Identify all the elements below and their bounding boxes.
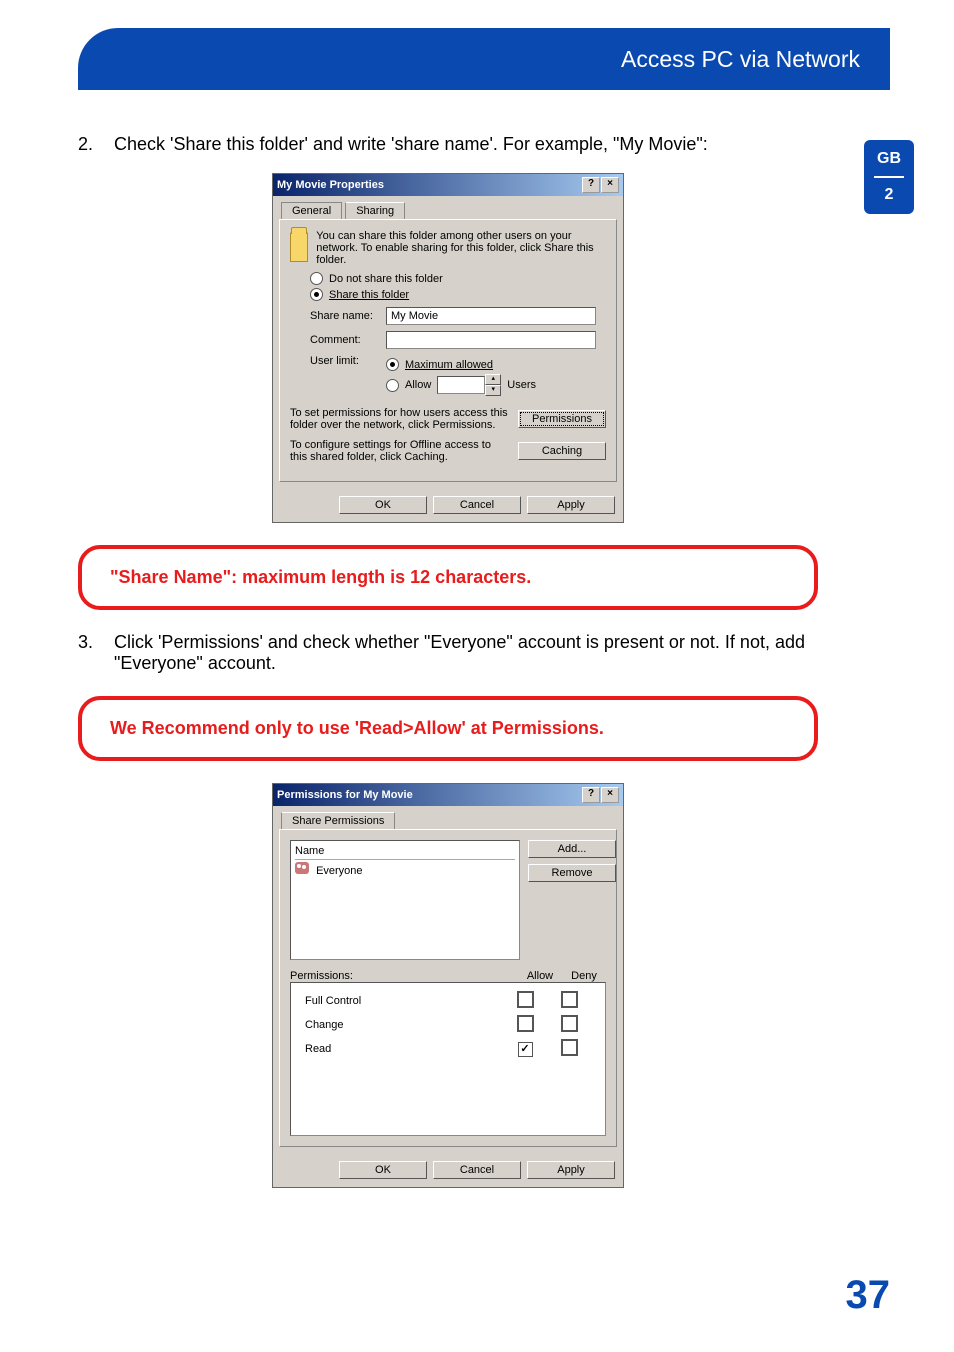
ok-button[interactable]: OK	[339, 1161, 427, 1179]
group-icon	[295, 862, 309, 874]
opt-do-not-share[interactable]: Do not share this folder	[310, 272, 606, 285]
caching-text: To configure settings for Offline access…	[290, 439, 508, 463]
apply-button[interactable]: Apply	[527, 496, 615, 514]
comment-label: Comment:	[310, 334, 378, 346]
radio-unselected-icon	[310, 272, 323, 285]
list-item[interactable]: Everyone	[295, 862, 515, 877]
tab-sharing[interactable]: Sharing	[345, 202, 405, 219]
list-item-label: Everyone	[316, 865, 362, 877]
permissions-titlebar: Permissions for My Movie ? ×	[273, 784, 623, 806]
sharing-tab-body: You can share this folder among other us…	[279, 219, 617, 482]
permissions-table: Full Control Change Read	[290, 982, 606, 1136]
sharing-intro-text: You can share this folder among other us…	[316, 230, 606, 266]
opt-no-share-label: Do not share this folder	[329, 273, 443, 285]
permissions-tab-body: Name Everyone Add... Remove Permissions:…	[279, 829, 617, 1147]
share-name-label: Share name:	[310, 310, 378, 322]
checkbox-read-allow[interactable]	[518, 1042, 533, 1057]
page-number: 37	[846, 1273, 891, 1318]
step-3-number: 3.	[78, 632, 114, 674]
checkbox-change-allow[interactable]	[517, 1015, 534, 1032]
accounts-listbox[interactable]: Name Everyone	[290, 840, 520, 960]
content-area: 2. Check 'Share this folder' and write '…	[78, 120, 818, 1188]
header-title: Access PC via Network	[78, 28, 890, 73]
table-row: Read	[297, 1037, 599, 1061]
side-tab: GB 2	[864, 140, 914, 214]
name-column-header: Name	[295, 845, 515, 860]
step-2: 2. Check 'Share this folder' and write '…	[78, 134, 818, 155]
allow-header: Allow	[518, 970, 562, 982]
opt-max-label: Maximum allowed	[405, 359, 493, 371]
permissions-title: Permissions for My Movie	[277, 789, 413, 801]
perm-full-control: Full Control	[305, 995, 503, 1007]
comment-input[interactable]	[386, 331, 596, 349]
step-3-text: Click 'Permissions' and check whether "E…	[114, 632, 818, 674]
remove-button[interactable]: Remove	[528, 864, 616, 882]
help-button[interactable]: ?	[582, 787, 600, 803]
step-2-number: 2.	[78, 134, 114, 155]
users-suffix: Users	[507, 379, 536, 391]
checkbox-read-deny[interactable]	[561, 1039, 578, 1056]
caching-button[interactable]: Caching	[518, 442, 606, 460]
spinner-down[interactable]: ▾	[485, 385, 501, 396]
step-3: 3. Click 'Permissions' and check whether…	[78, 632, 818, 674]
folder-icon	[290, 232, 308, 262]
tab-general[interactable]: General	[281, 202, 342, 219]
perm-change: Change	[305, 1019, 503, 1031]
permissions-dialog: Permissions for My Movie ? × Share Permi…	[272, 783, 624, 1188]
tabstrip: General Sharing	[273, 196, 623, 219]
properties-dialog: My Movie Properties ? × General Sharing …	[272, 173, 624, 523]
radio-unselected-icon	[386, 379, 399, 392]
permissions-tabstrip: Share Permissions	[273, 806, 623, 829]
spinner-up[interactable]: ▴	[485, 374, 501, 385]
opt-share-label: Share this folder	[329, 289, 409, 301]
close-button[interactable]: ×	[601, 787, 619, 803]
close-button[interactable]: ×	[601, 177, 619, 193]
properties-title: My Movie Properties	[277, 179, 384, 191]
apply-button[interactable]: Apply	[527, 1161, 615, 1179]
tab-share-permissions[interactable]: Share Permissions	[281, 812, 395, 829]
opt-allow-label: Allow	[405, 379, 431, 391]
table-row: Full Control	[297, 989, 599, 1013]
user-limit-label: User limit:	[310, 355, 378, 367]
allow-count-input[interactable]	[437, 376, 485, 394]
permissions-label: Permissions:	[290, 970, 518, 982]
cancel-button[interactable]: Cancel	[433, 1161, 521, 1179]
side-tab-divider	[874, 176, 904, 178]
callout-share-name: "Share Name": maximum length is 12 chara…	[78, 545, 818, 610]
side-tab-section: 2	[864, 186, 914, 204]
share-name-input[interactable]	[386, 307, 596, 325]
page-header: Access PC via Network	[78, 28, 890, 90]
checkbox-change-deny[interactable]	[561, 1015, 578, 1032]
help-button[interactable]: ?	[582, 177, 600, 193]
radio-selected-icon	[310, 288, 323, 301]
add-button[interactable]: Add...	[528, 840, 616, 858]
checkbox-full-allow[interactable]	[517, 991, 534, 1008]
permissions-text: To set permissions for how users access …	[290, 407, 508, 431]
perm-read: Read	[305, 1043, 503, 1055]
opt-share-folder[interactable]: Share this folder	[310, 288, 606, 301]
radio-selected-icon	[386, 358, 399, 371]
opt-allow-n[interactable]: Allow ▴ ▾ Users	[386, 374, 536, 396]
opt-max-allowed[interactable]: Maximum allowed	[386, 358, 536, 371]
side-tab-lang: GB	[864, 150, 914, 168]
step-2-text: Check 'Share this folder' and write 'sha…	[114, 134, 708, 155]
permissions-button[interactable]: Permissions	[518, 410, 606, 428]
table-row: Change	[297, 1013, 599, 1037]
deny-header: Deny	[562, 970, 606, 982]
callout-read-allow: We Recommend only to use 'Read>Allow' at…	[78, 696, 818, 761]
properties-titlebar: My Movie Properties ? ×	[273, 174, 623, 196]
ok-button[interactable]: OK	[339, 496, 427, 514]
cancel-button[interactable]: Cancel	[433, 496, 521, 514]
checkbox-full-deny[interactable]	[561, 991, 578, 1008]
